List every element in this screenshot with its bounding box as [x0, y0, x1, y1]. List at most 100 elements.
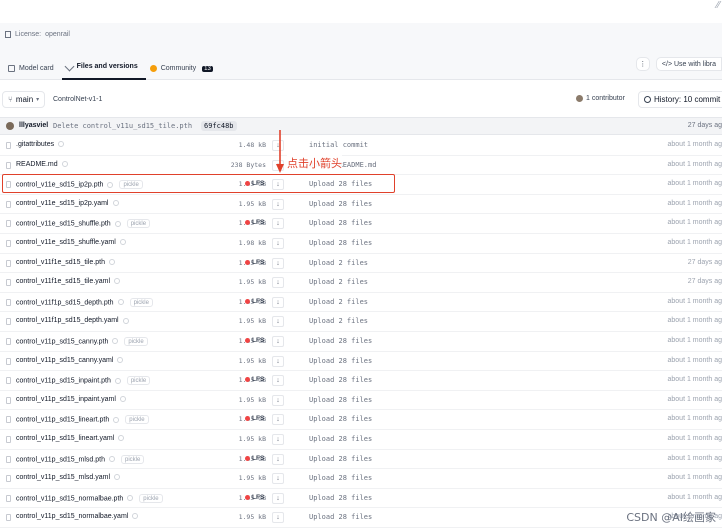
commit-author[interactable]: lllyasviel	[19, 122, 48, 129]
file-date: about 1 month ag	[667, 356, 722, 364]
download-icon[interactable]: ↓	[272, 492, 284, 504]
file-commit-message[interactable]: Upload 28 files	[309, 455, 372, 463]
commit-message[interactable]: Delete control_v11u_sd15_tile.pth	[53, 122, 192, 130]
file-name-link[interactable]: control_v11p_sd15_inpaint.yaml	[16, 396, 126, 403]
file-name-link[interactable]: control_v11p_sd15_inpaint.pth pickle	[16, 376, 151, 386]
lfs-dot-icon	[245, 220, 250, 226]
file-name: control_v11p_sd15_mlsd.pth	[16, 455, 105, 463]
file-name-link[interactable]: control_v11p_sd15_normalbae.pth pickle	[16, 493, 163, 503]
download-icon[interactable]: ↓	[272, 355, 284, 367]
contributors-link[interactable]: 1 contributor	[576, 95, 625, 102]
download-icon[interactable]: ↓	[272, 433, 284, 445]
download-icon[interactable]: ↓	[272, 375, 284, 387]
download-icon[interactable]: ↓	[272, 414, 284, 426]
download-icon[interactable]: ↓	[272, 453, 284, 465]
file-name-link[interactable]: control_v11p_sd15_mlsd.pth pickle	[16, 454, 145, 464]
file-commit-message[interactable]: Upload 28 files	[309, 200, 372, 208]
file-date: 27 days ag	[687, 258, 722, 266]
repo-path[interactable]: ControlNet-v1-1	[53, 96, 102, 103]
file-commit-message[interactable]: initial commit	[309, 141, 368, 149]
file-commit-message[interactable]: Upload 2 files	[309, 278, 368, 286]
file-name-link[interactable]: control_v11p_sd15_lineart.yaml	[16, 435, 125, 442]
file-date: about 1 month ag	[667, 317, 722, 325]
pickle-badge: pickle	[129, 297, 153, 307]
security-scan-icon	[118, 435, 125, 442]
watermark: CSDN @AI绘画家	[626, 511, 716, 524]
file-icon	[6, 435, 11, 443]
branch-label: main	[15, 95, 34, 104]
file-commit-message[interactable]: Upload 28 files	[309, 376, 372, 384]
download-icon[interactable]: ↓	[272, 218, 284, 230]
file-name-link[interactable]: control_v11f1p_sd15_depth.pth pickle	[16, 297, 153, 307]
file-size: 1.95 kB	[238, 199, 266, 208]
tab-community[interactable]: Community 13	[146, 57, 221, 80]
file-commit-message[interactable]: Upload 28 files	[309, 474, 372, 482]
file-name-link[interactable]: control_v11f1e_sd15_tile.yaml	[16, 278, 121, 285]
download-icon[interactable]: ↓	[272, 296, 284, 308]
file-icon	[6, 259, 11, 267]
file-date: about 1 month ag	[667, 160, 722, 168]
download-icon[interactable]: ↓	[272, 316, 284, 328]
tab-files-and-versions[interactable]: Files and versions	[61, 57, 146, 80]
lfs-label: LFS	[252, 415, 265, 423]
file-row: control_v11p_sd15_inpaint.yaml 1.95 kB ↓ Up…	[0, 391, 722, 411]
security-scan-icon	[114, 474, 121, 481]
download-icon[interactable]: ↓	[272, 512, 284, 524]
pickle-badge: pickle	[126, 219, 151, 229]
file-commit-message[interactable]: Upload 28 files	[309, 513, 372, 521]
download-icon[interactable]: ↓	[272, 198, 284, 210]
file-name-link[interactable]: .gitattributes	[16, 141, 65, 148]
security-scan-icon	[122, 317, 129, 324]
branch-selector[interactable]: ⑂ main ▾	[2, 91, 46, 108]
file-commit-message[interactable]: Upload 2 files	[309, 298, 368, 306]
license-value[interactable]: openrail	[45, 31, 70, 38]
file-name-link[interactable]: control_v11p_sd15_normalbae.yaml	[16, 513, 139, 520]
file-icon	[6, 455, 11, 463]
file-name: control_v11p_sd15_mlsd.yaml	[16, 474, 111, 482]
download-icon[interactable]: ↓	[272, 257, 284, 269]
branch-bar: ⑂ main ▾ ControlNet-v1-1 1 contributor H…	[0, 89, 722, 111]
tab-label: Community	[160, 65, 197, 72]
lfs-dot-icon	[245, 494, 250, 500]
file-name-link[interactable]: control_v11e_sd15_ip2p.yaml	[16, 200, 119, 207]
file-name: README.md	[16, 160, 58, 168]
file-icon	[6, 416, 11, 424]
file-name-link[interactable]: control_v11e_sd15_shuffle.yaml	[16, 239, 126, 246]
download-icon[interactable]: ↓	[272, 277, 284, 289]
file-commit-message[interactable]: Upload 28 files	[309, 357, 372, 365]
file-row: control_v11p_sd15_canny.pth pickle 1.45 GB…	[0, 332, 722, 352]
file-commit-message[interactable]: Upload 28 files	[309, 239, 372, 247]
license-icon	[5, 31, 11, 38]
download-icon[interactable]: ↓	[272, 394, 284, 406]
file-commit-message[interactable]: Upload 28 files	[309, 219, 372, 227]
file-commit-message[interactable]: Upload 28 files	[309, 337, 372, 345]
file-name-link[interactable]: control_v11p_sd15_mlsd.yaml	[16, 474, 121, 482]
file-commit-message[interactable]: Upload 28 files	[309, 396, 372, 404]
use-with-library-button[interactable]: </> Use with libra	[655, 57, 722, 71]
commit-hash[interactable]: 69fc48b	[201, 121, 237, 131]
download-icon[interactable]: ↓	[272, 335, 284, 347]
history-button[interactable]: History: 10 commit	[638, 91, 722, 108]
file-name-link[interactable]: control_v11f1e_sd15_tile.pth	[16, 259, 115, 266]
file-name-link[interactable]: control_v11p_sd15_canny.yaml	[16, 357, 124, 364]
file-name-link[interactable]: control_v11p_sd15_lineart.pth pickle	[16, 415, 149, 425]
file-name-link[interactable]: control_v11f1p_sd15_depth.yaml	[16, 317, 129, 324]
file-name-link[interactable]: control_v11e_sd15_shuffle.pth pickle	[16, 219, 151, 229]
download-icon[interactable]: ↓	[272, 237, 284, 249]
file-commit-message[interactable]: Upload 28 files	[309, 415, 372, 423]
history-label: History: 10 commit	[654, 95, 721, 104]
file-name: control_v11e_sd15_shuffle.pth	[16, 220, 111, 228]
file-name-link[interactable]: control_v11p_sd15_canny.pth pickle	[16, 336, 148, 346]
more-options-button[interactable]: ⋮	[635, 57, 650, 71]
tab-model-card[interactable]: Model card	[4, 57, 62, 80]
file-name-link[interactable]: README.md	[16, 161, 68, 168]
file-commit-message[interactable]: Upload 28 files	[309, 494, 372, 502]
file-commit-message[interactable]: Upload 2 files	[309, 259, 368, 267]
security-scan-icon	[108, 456, 115, 462]
file-commit-message[interactable]: Upload 28 files	[309, 435, 372, 443]
download-icon[interactable]: ↓	[272, 473, 284, 485]
lfs-dot-icon	[245, 259, 250, 265]
highlight-box	[2, 174, 395, 193]
file-commit-message[interactable]: Upload 2 files	[309, 317, 368, 325]
file-name: control_v11e_sd15_ip2p.yaml	[16, 199, 109, 207]
